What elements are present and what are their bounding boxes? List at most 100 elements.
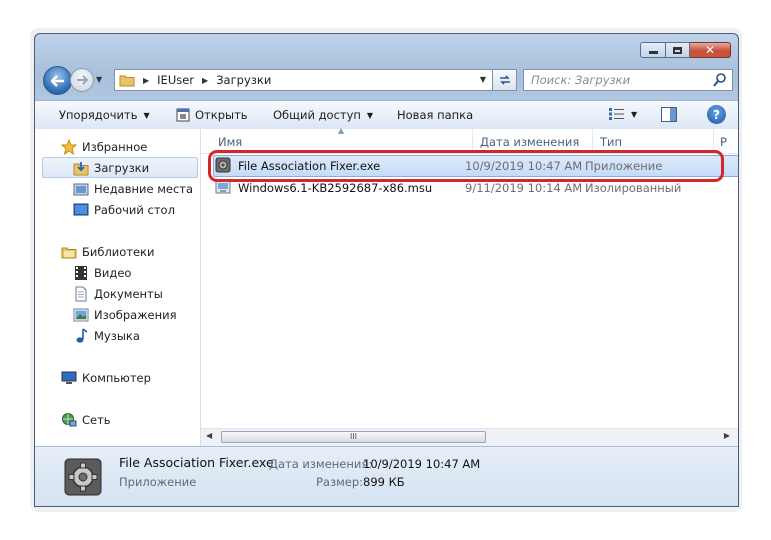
- breadcrumb-separator-icon[interactable]: ▶: [143, 76, 149, 85]
- network-icon: [61, 412, 77, 428]
- file-name: Windows6.1-KB2592687-x86.msu: [238, 181, 433, 195]
- address-bar[interactable]: ▶ IEUser ▶ Загрузки ▼: [114, 69, 493, 91]
- details-file-name: File Association Fixer.exe: [119, 455, 274, 470]
- nav-documents-label: Документы: [94, 287, 163, 301]
- column-size[interactable]: Р: [720, 135, 727, 149]
- nav-recent-places[interactable]: Недавние места: [73, 179, 193, 199]
- back-arrow-icon: [50, 74, 64, 87]
- title-bar[interactable]: ✕: [35, 34, 738, 60]
- video-icon: [73, 265, 89, 281]
- scroll-left-icon[interactable]: ◀: [206, 431, 212, 440]
- nav-libraries[interactable]: Библиотеки: [61, 242, 155, 262]
- help-icon: ?: [713, 107, 720, 122]
- maximize-icon: [673, 46, 682, 54]
- nav-computer-label: Компьютер: [82, 371, 151, 385]
- nav-desktop-label: Рабочий стол: [94, 203, 175, 217]
- refresh-button[interactable]: [493, 69, 517, 91]
- chevron-down-icon: ▼: [143, 110, 150, 120]
- nav-images-label: Изображения: [94, 308, 177, 322]
- details-size-label: Размер:: [316, 475, 364, 489]
- chevron-down-icon: ▼: [366, 110, 374, 120]
- file-list-pane: ▲ Имя Дата изменения Тип Р File Associat…: [201, 126, 738, 446]
- view-options-button[interactable]: ▼: [609, 108, 637, 120]
- command-bar: Упорядочить ▼ Открыть Общий доступ ▼ Новая…: [35, 100, 738, 130]
- nav-favorites[interactable]: Избранное: [61, 137, 147, 157]
- close-icon: ✕: [704, 43, 716, 57]
- breadcrumb-separator-icon[interactable]: ▶: [202, 76, 208, 85]
- nav-downloads[interactable]: Загрузки: [73, 158, 149, 178]
- minimize-icon: [648, 51, 658, 54]
- documents-icon: [73, 286, 89, 302]
- view-list-icon: [609, 108, 624, 120]
- nav-music[interactable]: Музыка: [73, 326, 140, 346]
- navigation-pane: Избранное Загрузки Недавние места Рабочи…: [35, 129, 201, 446]
- minimize-button[interactable]: [640, 42, 665, 58]
- details-pane: File Association Fixer.exe Приложение Да…: [35, 446, 738, 506]
- images-icon: [73, 307, 89, 323]
- folder-icon: [119, 75, 135, 87]
- downloads-folder-icon: [73, 160, 89, 176]
- column-name[interactable]: Имя: [218, 135, 242, 149]
- music-icon: [73, 328, 89, 344]
- help-button[interactable]: ?: [707, 105, 726, 124]
- breadcrumb: ▶ IEUser ▶ Загрузки: [119, 70, 271, 90]
- star-icon: [61, 139, 77, 155]
- explorer-window: ✕ ▼ ▶ IEUser ▶ Загрузки ▼ Поиск: Загрузк…: [34, 33, 739, 507]
- search-placeholder: Поиск: Загрузки: [531, 73, 631, 87]
- libraries-icon: [61, 244, 77, 260]
- nav-images[interactable]: Изображения: [73, 305, 177, 325]
- nav-network[interactable]: Сеть: [61, 410, 111, 430]
- address-dropdown-icon[interactable]: ▼: [480, 75, 486, 84]
- refresh-icon: [499, 75, 510, 85]
- details-date-label: Дата изменения:: [269, 457, 373, 471]
- nav-recent-label: Недавние места: [94, 182, 194, 196]
- back-button[interactable]: [43, 66, 72, 95]
- highlight-annotation: [208, 150, 724, 182]
- nav-computer[interactable]: Компьютер: [61, 368, 151, 388]
- nav-music-label: Музыка: [94, 329, 140, 343]
- history-dropdown-icon[interactable]: ▼: [96, 75, 102, 84]
- scrollbar-grip: III: [349, 432, 358, 441]
- column-date[interactable]: Дата изменения: [480, 135, 579, 149]
- new-folder-button[interactable]: Новая папка: [397, 108, 473, 122]
- window-controls: ✕: [640, 42, 731, 58]
- forward-arrow-icon: [77, 75, 88, 85]
- nav-video[interactable]: Видео: [73, 263, 131, 283]
- address-row: ▼ ▶ IEUser ▶ Загрузки ▼ Поиск: Загрузки: [41, 66, 733, 95]
- search-box[interactable]: Поиск: Загрузки: [523, 69, 733, 91]
- organize-label: Упорядочить: [59, 108, 138, 122]
- breadcrumb-ieuser[interactable]: IEUser: [157, 73, 194, 87]
- search-icon[interactable]: [713, 72, 727, 88]
- open-button[interactable]: Открыть: [176, 108, 248, 122]
- desktop-icon: [73, 202, 89, 218]
- content-area: Избранное Загрузки Недавние места Рабочи…: [35, 126, 738, 446]
- preview-pane-button[interactable]: [661, 107, 677, 122]
- nav-documents[interactable]: Документы: [73, 284, 163, 304]
- details-file-type: Приложение: [119, 475, 197, 489]
- nav-downloads-label: Загрузки: [94, 161, 150, 175]
- details-date-value: 10/9/2019 10:47 AM: [363, 457, 481, 471]
- forward-button[interactable]: [70, 68, 94, 92]
- preview-pane-icon: [661, 107, 677, 122]
- horizontal-scrollbar[interactable]: ◀ III ▶: [201, 428, 738, 446]
- scrollbar-thumb[interactable]: III: [221, 431, 486, 443]
- nav-desktop[interactable]: Рабочий стол: [73, 200, 175, 220]
- breadcrumb-downloads[interactable]: Загрузки: [216, 73, 271, 87]
- share-button[interactable]: Общий доступ ▼: [273, 108, 373, 122]
- maximize-button[interactable]: [665, 42, 690, 58]
- computer-icon: [61, 370, 77, 386]
- nav-video-label: Видео: [94, 266, 132, 280]
- scroll-right-icon[interactable]: ▶: [724, 431, 730, 440]
- open-app-icon: [176, 108, 190, 122]
- chevron-down-icon: ▼: [631, 109, 638, 119]
- sort-ascending-icon: ▲: [338, 126, 345, 135]
- share-label: Общий доступ: [273, 108, 361, 122]
- app-large-icon: [63, 457, 103, 497]
- recent-places-icon: [73, 181, 89, 197]
- nav-network-label: Сеть: [82, 413, 111, 427]
- nav-libraries-label: Библиотеки: [82, 245, 155, 259]
- organize-button[interactable]: Упорядочить ▼: [59, 108, 150, 122]
- open-label: Открыть: [195, 108, 248, 122]
- close-button[interactable]: ✕: [690, 42, 731, 58]
- column-type[interactable]: Тип: [600, 135, 622, 149]
